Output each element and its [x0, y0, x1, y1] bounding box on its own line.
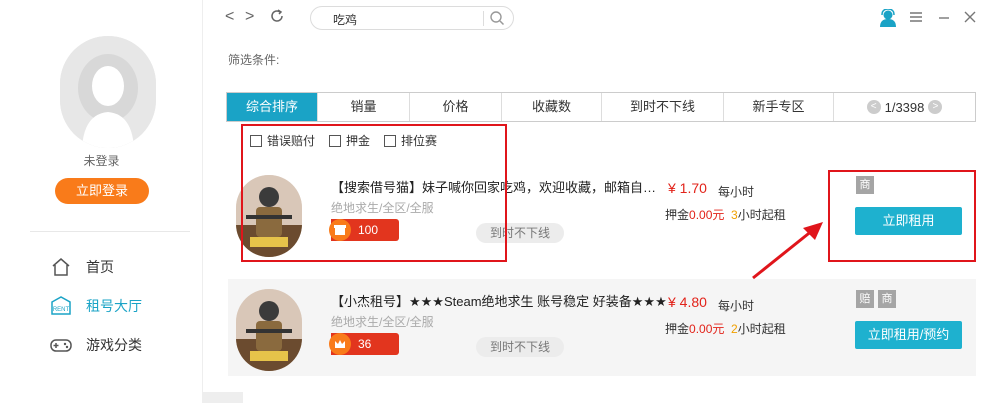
- avatar[interactable]: [60, 36, 156, 148]
- scroll-gutter: [203, 392, 243, 403]
- user-icon[interactable]: [879, 8, 897, 30]
- close-icon[interactable]: [963, 10, 977, 27]
- gamepad-icon: [50, 334, 72, 356]
- badges: 赔 商: [856, 290, 896, 308]
- rent-icon: RENT: [50, 295, 72, 317]
- tab-sales[interactable]: 销量: [318, 93, 410, 121]
- min-hours-label: 小时起租: [737, 322, 786, 336]
- price: ¥ 4.80: [668, 294, 707, 310]
- tab-newbie[interactable]: 新手专区: [724, 93, 834, 121]
- listing-item[interactable]: 【小杰租号】★★★Steam绝地求生 账号稳定 好装备★★★ 绝地求生/全区/全…: [228, 279, 976, 376]
- rating-badge: 36: [329, 333, 399, 355]
- deposit-label: 押金: [665, 322, 690, 336]
- listing-title[interactable]: 【小杰租号】★★★Steam绝地求生 账号稳定 好装备★★★: [331, 291, 671, 310]
- sidebar-item-label: 租号大厅: [86, 298, 142, 314]
- sidebar-item-game-category[interactable]: 游戏分类: [50, 333, 190, 357]
- page-indicator: 1/3398: [884, 99, 925, 115]
- compensation-badge: 赔: [856, 290, 874, 308]
- home-icon: [50, 256, 72, 278]
- tab-favorites[interactable]: 收藏数: [502, 93, 602, 121]
- sidebar: 未登录 立即登录 首页 RENT 租号大厅 游戏分类: [0, 0, 203, 403]
- deposit-label: 押金: [665, 208, 690, 222]
- tab-overall[interactable]: 综合排序: [227, 93, 318, 121]
- filter-label: 筛选条件:: [228, 53, 280, 67]
- next-page-icon[interactable]: >: [928, 100, 943, 114]
- crown-icon: [329, 333, 351, 355]
- sidebar-item-label: 游戏分类: [86, 337, 142, 353]
- price-unit: 每小时: [718, 299, 755, 313]
- merchant-badge: 商: [878, 290, 896, 308]
- sidebar-item-home[interactable]: 首页: [50, 255, 190, 279]
- search-divider: [483, 11, 484, 26]
- listing-tag: 到时不下线: [476, 337, 564, 357]
- rent-reserve-button[interactable]: 立即租用/预约: [855, 321, 962, 349]
- search-icon[interactable]: [489, 10, 505, 29]
- sidebar-divider: [30, 231, 190, 232]
- deposit-info: 押金0.00元 2小时起租: [665, 320, 786, 337]
- min-hours: 2: [731, 322, 738, 336]
- annotation-box-listing: [241, 124, 507, 262]
- forward-icon[interactable]: >: [245, 8, 254, 26]
- sidebar-item-rent-hall[interactable]: RENT 租号大厅: [50, 294, 190, 318]
- sidebar-item-label: 首页: [86, 259, 114, 275]
- menu-icon[interactable]: [909, 10, 923, 27]
- top-bar: < > 吃鸡: [203, 0, 991, 38]
- listing-subtitle: 绝地求生/全区/全服: [331, 315, 434, 329]
- game-thumbnail: [236, 289, 302, 371]
- svg-text:RENT: RENT: [53, 307, 70, 313]
- annotation-arrow: [752, 222, 823, 280]
- price-unit: 每小时: [718, 185, 755, 199]
- refresh-icon[interactable]: [269, 8, 285, 29]
- pager: < 1/3398 >: [834, 93, 975, 121]
- minimize-icon[interactable]: [937, 10, 951, 27]
- search-input[interactable]: 吃鸡: [333, 11, 357, 28]
- search-box[interactable]: 吃鸡: [310, 6, 514, 30]
- annotation-box-rent-button: [828, 170, 976, 262]
- rating-value: 36: [358, 337, 372, 351]
- min-hours: 3: [731, 208, 738, 222]
- login-status-text: 未登录: [83, 154, 120, 168]
- tab-no-offline[interactable]: 到时不下线: [602, 93, 724, 121]
- back-icon[interactable]: <: [225, 8, 234, 26]
- tab-price[interactable]: 价格: [410, 93, 502, 121]
- sort-tabs: 综合排序 销量 价格 收藏数 到时不下线 新手专区 < 1/3398 >: [226, 92, 976, 122]
- prev-page-icon[interactable]: <: [866, 100, 881, 114]
- login-button[interactable]: 立即登录: [55, 178, 149, 204]
- price: ¥ 1.70: [668, 180, 707, 196]
- deposit-value: 0.00元: [689, 208, 725, 222]
- deposit-value: 0.00元: [689, 322, 725, 336]
